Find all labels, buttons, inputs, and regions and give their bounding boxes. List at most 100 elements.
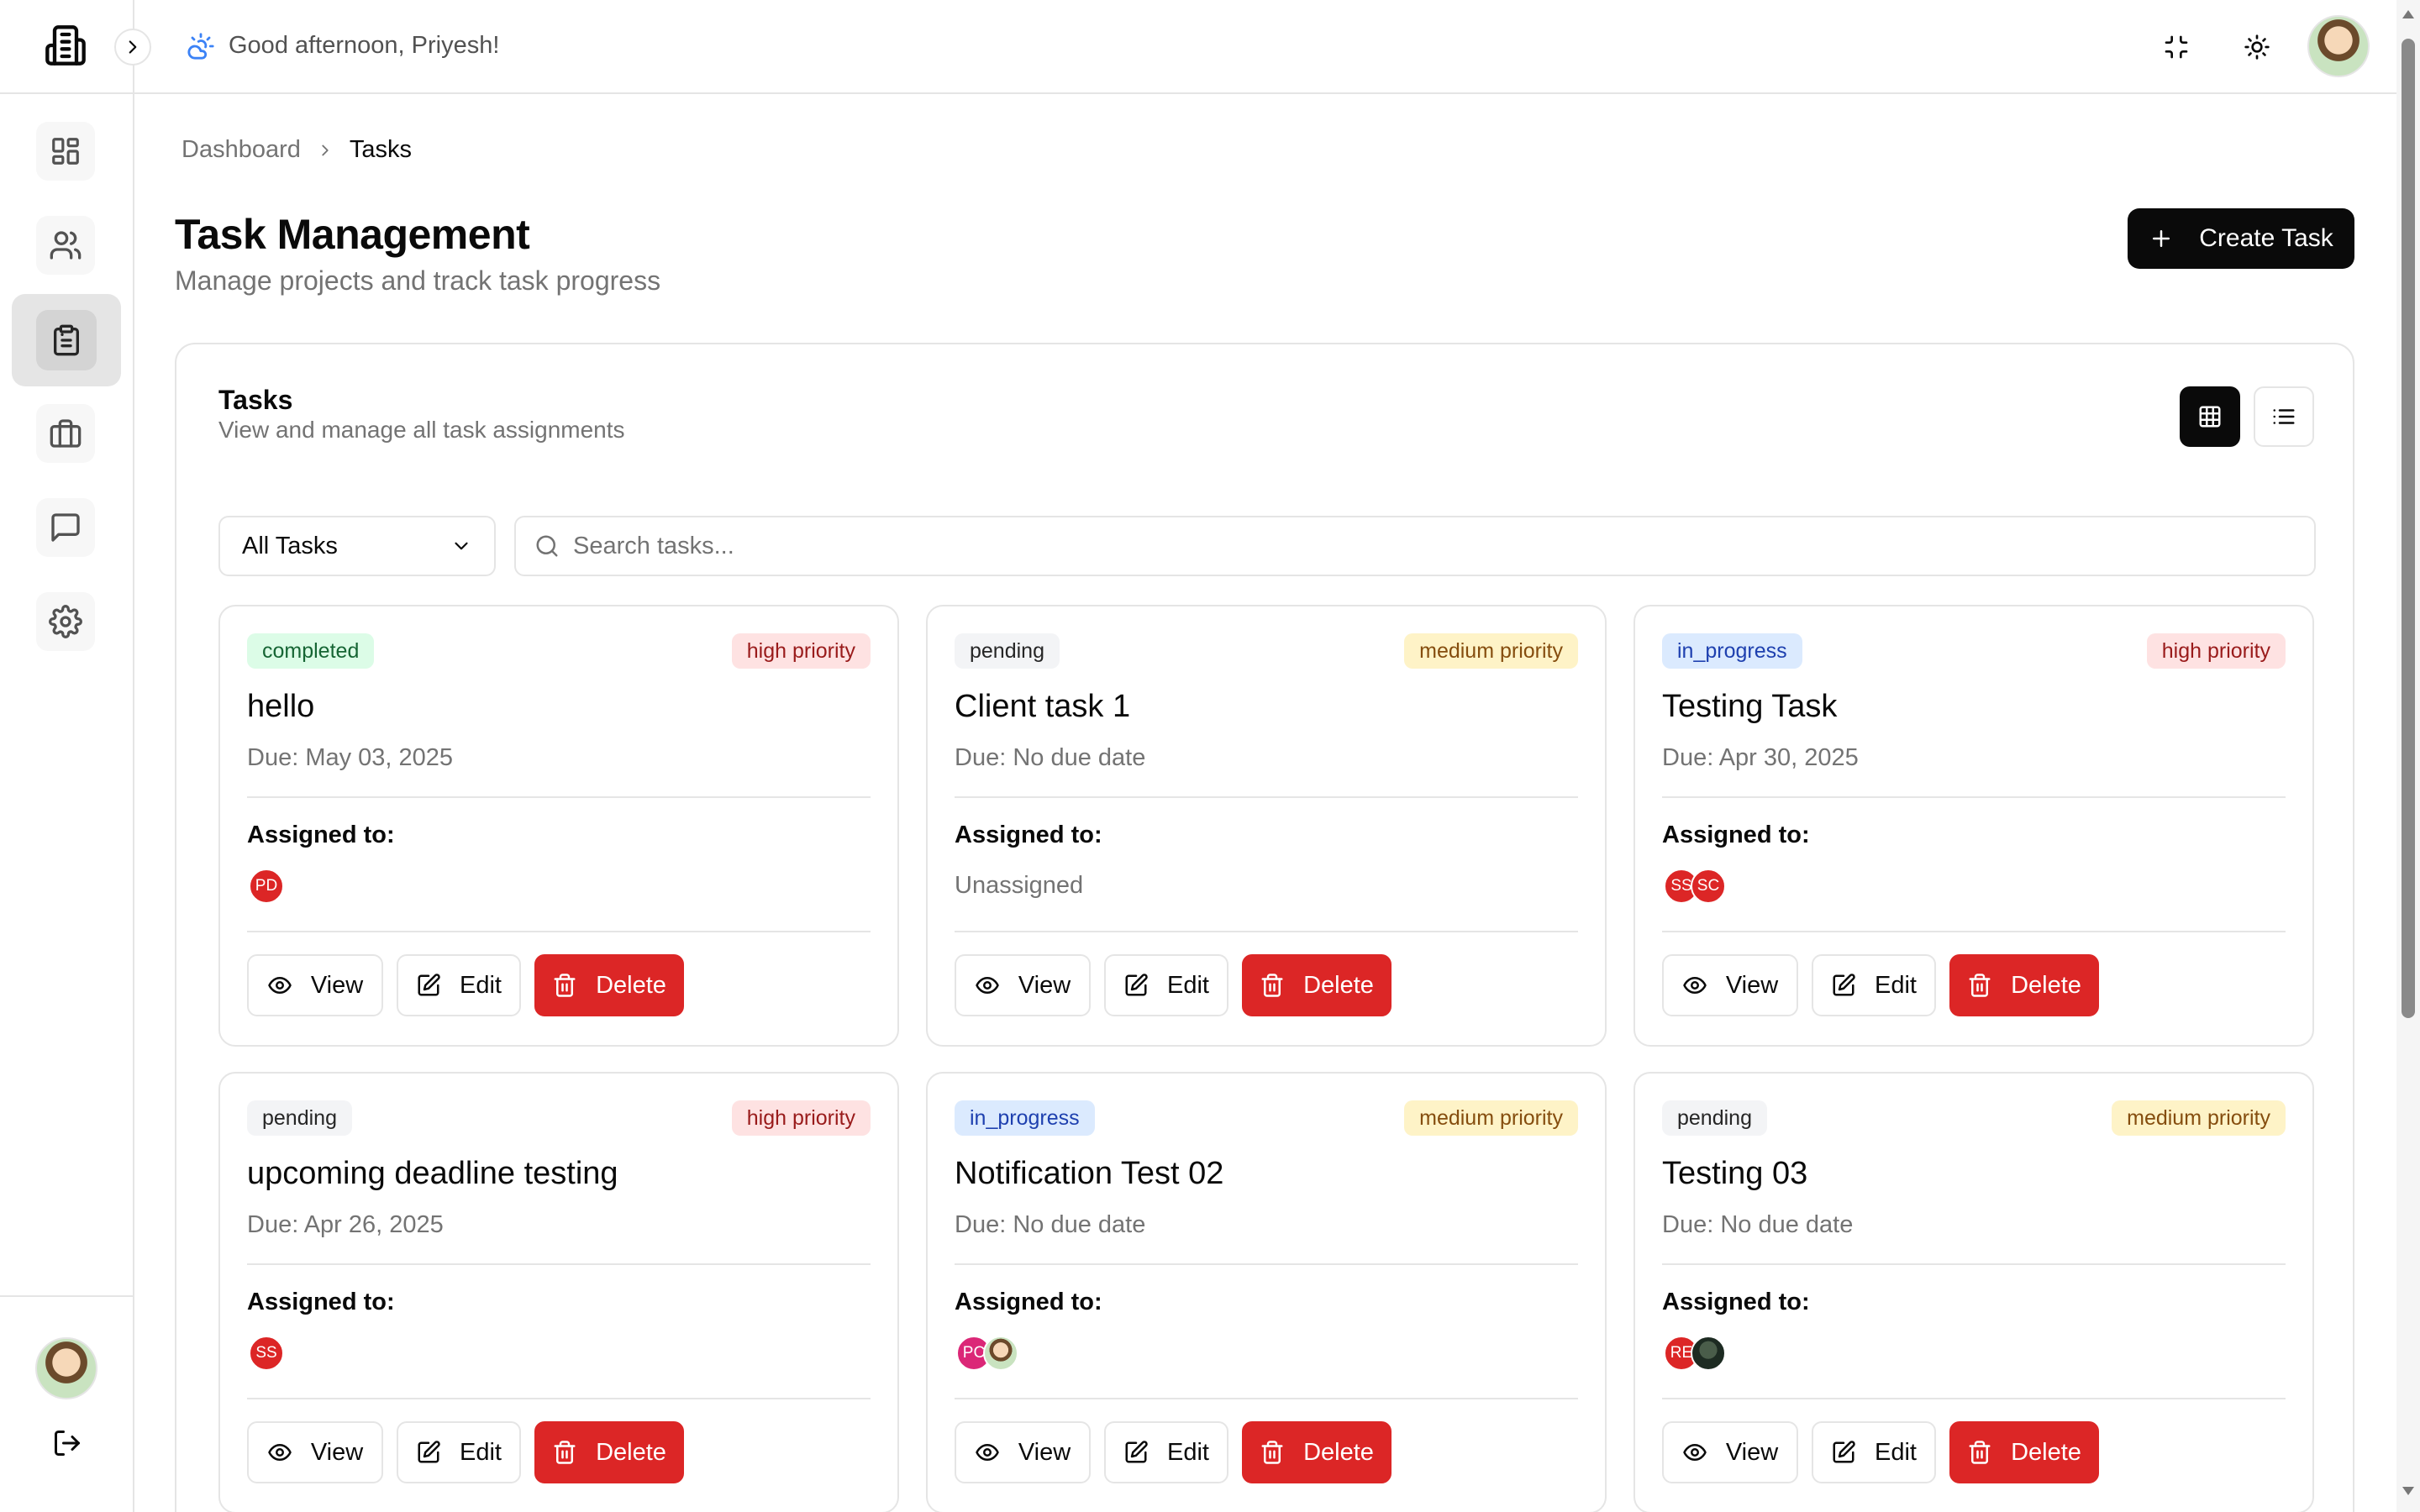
- assignee-photo-avatar[interactable]: [1691, 1336, 1726, 1371]
- edit-label: Edit: [460, 971, 502, 999]
- create-task-button[interactable]: Create Task: [2128, 208, 2354, 269]
- sidebar-item-projects[interactable]: [18, 403, 113, 464]
- view-task-button[interactable]: View: [1662, 1421, 1798, 1483]
- edit-label: Edit: [1875, 1438, 1917, 1466]
- task-card: in_progress medium priority Notification…: [926, 1072, 1607, 1512]
- edit-task-button[interactable]: Edit: [1812, 954, 1936, 1016]
- view-task-button[interactable]: View: [955, 1421, 1091, 1483]
- task-card: pending medium priority Client task 1 Du…: [926, 605, 1607, 1047]
- edit-icon: [416, 973, 441, 998]
- status-badge: pending: [955, 633, 1060, 669]
- view-label: View: [1018, 971, 1071, 999]
- eye-icon: [267, 1440, 292, 1465]
- building-logo-icon[interactable]: [44, 24, 87, 67]
- edit-task-button[interactable]: Edit: [397, 1421, 521, 1483]
- edit-icon: [416, 1440, 441, 1465]
- scroll-down-arrow-icon[interactable]: [2402, 1487, 2414, 1495]
- breadcrumb-dashboard-link[interactable]: Dashboard: [182, 136, 301, 164]
- task-title: hello: [247, 689, 315, 724]
- view-label: View: [1725, 971, 1779, 999]
- edit-task-button[interactable]: Edit: [397, 954, 521, 1016]
- delete-task-button[interactable]: Delete: [534, 954, 684, 1016]
- task-filter-value: All Tasks: [242, 532, 338, 559]
- delete-task-button[interactable]: Delete: [1949, 954, 2099, 1016]
- assigned-to-label: Assigned to:: [1662, 822, 1810, 848]
- list-view-button[interactable]: [2254, 386, 2314, 447]
- assigned-to-label: Assigned to:: [955, 822, 1102, 848]
- theme-toggle-button[interactable]: [2238, 29, 2275, 66]
- eye-icon: [975, 973, 1000, 998]
- delete-task-button[interactable]: Delete: [1949, 1421, 2099, 1483]
- view-label: View: [310, 1438, 364, 1466]
- task-due-date: Due: Apr 26, 2025: [247, 1211, 444, 1238]
- sidebar-item-dashboard[interactable]: [18, 121, 113, 181]
- assignee-avatar[interactable]: SC: [1691, 869, 1726, 904]
- delete-task-button[interactable]: Delete: [1242, 954, 1392, 1016]
- page-title: Task Management: [175, 211, 530, 258]
- edit-icon: [1831, 973, 1856, 998]
- assignee-avatar[interactable]: PD: [249, 869, 284, 904]
- task-filter-select[interactable]: All Tasks: [218, 516, 496, 576]
- sidebar-item-messages[interactable]: [18, 497, 113, 558]
- task-title: Client task 1: [955, 689, 1131, 724]
- scroll-thumb[interactable]: [2402, 39, 2415, 1018]
- header-user-avatar[interactable]: [2307, 15, 2370, 77]
- gear-icon: [49, 605, 82, 638]
- delete-label: Delete: [2011, 971, 2081, 999]
- task-divider: [955, 796, 1578, 798]
- delete-task-button[interactable]: Delete: [534, 1421, 684, 1483]
- sidebar-user-avatar[interactable]: [35, 1337, 97, 1399]
- assignee-list: RE: [1664, 1336, 1726, 1371]
- eye-icon: [267, 973, 292, 998]
- priority-badge: medium priority: [1404, 1100, 1578, 1136]
- task-divider: [1662, 1398, 2286, 1399]
- delete-label: Delete: [1303, 1438, 1374, 1466]
- task-divider: [247, 931, 871, 932]
- sidebar: [0, 0, 134, 1512]
- edit-task-button[interactable]: Edit: [1812, 1421, 1936, 1483]
- view-task-button[interactable]: View: [247, 1421, 383, 1483]
- trash-icon: [1967, 973, 1992, 998]
- edit-task-button[interactable]: Edit: [1104, 954, 1228, 1016]
- view-task-button[interactable]: View: [955, 954, 1091, 1016]
- sun-icon: [2244, 34, 2270, 60]
- sidebar-expand-button[interactable]: [114, 29, 151, 66]
- edit-label: Edit: [460, 1438, 502, 1466]
- priority-badge: high priority: [731, 1100, 871, 1136]
- clipboard-icon: [50, 323, 83, 357]
- sidebar-item-users[interactable]: [18, 215, 113, 276]
- tasks-panel-subtitle: View and manage all task assignments: [218, 417, 625, 443]
- page-scrollbar[interactable]: [2396, 0, 2420, 1512]
- minimize-button[interactable]: [2158, 29, 2195, 66]
- task-divider: [1662, 1263, 2286, 1265]
- status-badge: in_progress: [955, 1100, 1095, 1136]
- create-task-label: Create Task: [2199, 224, 2333, 252]
- cloud-sun-icon: [187, 32, 215, 60]
- sidebar-item-tasks[interactable]: [12, 294, 121, 386]
- task-search-box[interactable]: [514, 516, 2316, 576]
- delete-task-button[interactable]: Delete: [1242, 1421, 1392, 1483]
- unassigned-text: Unassigned: [955, 872, 1084, 899]
- task-actions: View Edit Delete: [955, 1421, 1392, 1483]
- edit-icon: [1123, 1440, 1149, 1465]
- view-task-button[interactable]: View: [247, 954, 383, 1016]
- status-badge: pending: [1662, 1100, 1767, 1136]
- view-task-button[interactable]: View: [1662, 954, 1798, 1016]
- scroll-up-arrow-icon[interactable]: [2402, 10, 2414, 18]
- assignee-avatar[interactable]: SS: [249, 1336, 284, 1371]
- priority-badge: high priority: [731, 633, 871, 669]
- sidebar-divider: [0, 1295, 134, 1297]
- task-actions: View Edit Delete: [247, 954, 684, 1016]
- status-badge: in_progress: [1662, 633, 1802, 669]
- chevron-right-icon: [122, 36, 144, 58]
- grid-view-button[interactable]: [2180, 386, 2240, 447]
- search-input[interactable]: [573, 532, 2296, 560]
- layout-grid-icon: [50, 135, 82, 167]
- assignee-photo-avatar[interactable]: [983, 1336, 1018, 1371]
- assigned-to-label: Assigned to:: [247, 822, 395, 848]
- logout-icon[interactable]: [52, 1428, 82, 1458]
- sidebar-item-settings[interactable]: [18, 591, 113, 652]
- edit-task-button[interactable]: Edit: [1104, 1421, 1228, 1483]
- priority-badge: medium priority: [2112, 1100, 2286, 1136]
- delete-label: Delete: [2011, 1438, 2081, 1466]
